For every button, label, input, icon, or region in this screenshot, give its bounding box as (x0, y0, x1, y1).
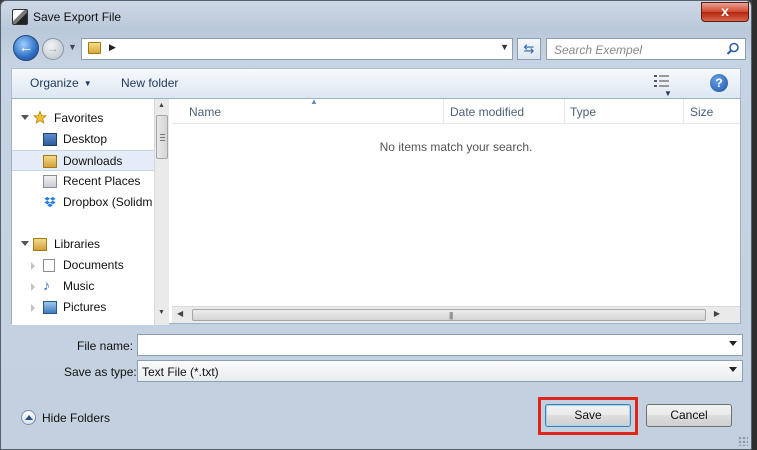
nav-group-libraries[interactable]: Libraries (12, 234, 154, 255)
chevron-down-icon[interactable] (729, 367, 737, 372)
sidebar-item-label: Music (63, 279, 95, 293)
forward-button[interactable]: → (42, 38, 64, 60)
save-highlight-box (538, 397, 638, 435)
favorites-label: Favorites (54, 111, 104, 125)
sidebar-item-label: Downloads (63, 154, 123, 168)
close-button[interactable]: x (701, 2, 749, 22)
music-icon: ♪ (43, 277, 50, 293)
organize-label: Organize (30, 76, 79, 90)
scroll-right-icon[interactable]: ▶ (714, 309, 720, 318)
empty-message: No items match your search. (379, 140, 533, 154)
save-dialog: Save Export File x ← → ▼ ▶ ▼ ⇆ Search Ex… (0, 0, 752, 450)
sidebar-item-label: Dropbox (Solidm (63, 195, 153, 209)
desktop-icon (43, 133, 57, 146)
chevron-down-icon: ▼ (664, 89, 672, 98)
sidebar-item-music[interactable]: ♪ Music (12, 276, 154, 297)
sidebar-item-desktop[interactable]: Desktop (12, 129, 154, 150)
expand-arrow-icon[interactable] (21, 241, 29, 246)
browser-area: Favorites Desktop Downloads Recent Place… (11, 97, 741, 325)
resize-grip-icon[interactable] (738, 436, 748, 446)
sidebar-item-recent-places[interactable]: Recent Places (12, 171, 154, 192)
sidebar-item-label: Recent Places (63, 174, 141, 188)
dropbox-icon (44, 196, 56, 208)
sort-ascending-icon: ▲ (310, 97, 318, 106)
chevron-down-icon: ▼ (83, 79, 92, 88)
change-view-button[interactable]: ▼ (654, 75, 688, 98)
sidebar-item-pictures[interactable]: Pictures (12, 297, 154, 318)
search-icon[interactable] (725, 41, 741, 57)
refresh-icon: ⇆ (523, 41, 535, 56)
nav-pane-scrollbar[interactable]: ▲ ▼ (154, 99, 169, 325)
command-toolbar: Organize ▼ New folder ▼ ? (11, 68, 741, 99)
history-dropdown-icon[interactable]: ▼ (68, 42, 77, 52)
help-button[interactable]: ? (710, 74, 728, 92)
downloads-folder-icon (43, 155, 57, 168)
file-list[interactable]: ▲ Name Date modified Type Size No items … (172, 97, 740, 325)
breadcrumb-arrow-icon[interactable]: ▶ (109, 42, 116, 53)
new-folder-button[interactable]: New folder (121, 76, 178, 90)
navigation-bar: ← → ▼ ▶ ▼ ⇆ Search Exempel (1, 33, 751, 65)
file-name-input[interactable] (137, 334, 743, 356)
grip-icon: ||| (449, 311, 453, 320)
sidebar-item-label: Desktop (63, 132, 108, 146)
column-type[interactable]: Type (570, 105, 596, 119)
star-icon (33, 111, 47, 124)
collapse-icon (21, 410, 36, 425)
collapsed-arrow-icon[interactable] (31, 283, 35, 291)
details-view-icon (654, 75, 669, 87)
nav-group-favorites[interactable]: Favorites (12, 108, 154, 129)
column-name[interactable]: Name (189, 105, 221, 119)
hide-folders-label: Hide Folders (42, 411, 111, 425)
navigation-pane[interactable]: Favorites Desktop Downloads Recent Place… (12, 99, 169, 325)
libraries-icon (33, 238, 47, 251)
grip-line (160, 137, 165, 138)
organize-button[interactable]: Organize ▼ (30, 76, 92, 90)
save-type-select[interactable]: Text File (*.txt) (137, 360, 743, 382)
sidebar-item-label: Documents (63, 258, 124, 272)
cancel-button[interactable]: Cancel (646, 404, 732, 427)
column-header-row: ▲ Name Date modified Type Size (172, 97, 740, 124)
chevron-down-icon[interactable] (729, 341, 737, 346)
scroll-down-icon[interactable]: ▼ (158, 309, 165, 316)
search-placeholder: Search Exempel (554, 43, 643, 57)
column-size[interactable]: Size (690, 105, 713, 119)
refresh-button[interactable]: ⇆ (517, 38, 541, 60)
title-bar[interactable]: Save Export File x (1, 1, 751, 33)
scroll-left-icon[interactable]: ◀ (177, 309, 183, 318)
collapsed-arrow-icon[interactable] (31, 262, 35, 270)
search-input[interactable]: Search Exempel (546, 38, 746, 60)
address-bar[interactable]: ▶ ▼ (81, 38, 513, 60)
hide-folders-button[interactable]: Hide Folders (21, 410, 110, 425)
save-type-value: Text File (*.txt) (142, 365, 219, 379)
file-name-label: File name: (77, 339, 134, 353)
background-edge (752, 0, 757, 450)
recent-places-icon (43, 175, 57, 188)
documents-icon (43, 259, 55, 272)
column-divider[interactable] (443, 99, 444, 124)
scroll-up-icon[interactable]: ▲ (158, 102, 165, 109)
expand-arrow-icon[interactable] (21, 115, 29, 120)
save-type-label: Save as type: (64, 365, 137, 379)
address-dropdown-icon[interactable]: ▼ (500, 42, 509, 52)
grip-line (160, 140, 165, 141)
column-date-modified[interactable]: Date modified (450, 105, 524, 119)
sidebar-item-downloads[interactable]: Downloads (12, 150, 154, 171)
sidebar-item-dropbox[interactable]: Dropbox (Solidm (12, 192, 154, 213)
scroll-thumb[interactable] (156, 115, 168, 159)
file-list-scrollbar[interactable]: ◀ ||| ▶ (172, 306, 740, 323)
pictures-icon (43, 301, 57, 314)
column-divider[interactable] (564, 99, 565, 124)
sidebar-item-label: Pictures (63, 300, 107, 314)
scroll-thumb[interactable]: ||| (192, 309, 706, 321)
sidebar-item-documents[interactable]: Documents (12, 255, 154, 276)
folder-icon (88, 42, 101, 54)
grip-line (160, 134, 165, 135)
libraries-label: Libraries (54, 237, 101, 251)
window-title: Save Export File (33, 10, 122, 24)
back-button[interactable]: ← (13, 35, 39, 61)
app-icon (12, 9, 28, 25)
column-divider[interactable] (683, 99, 684, 124)
collapsed-arrow-icon[interactable] (31, 304, 35, 312)
